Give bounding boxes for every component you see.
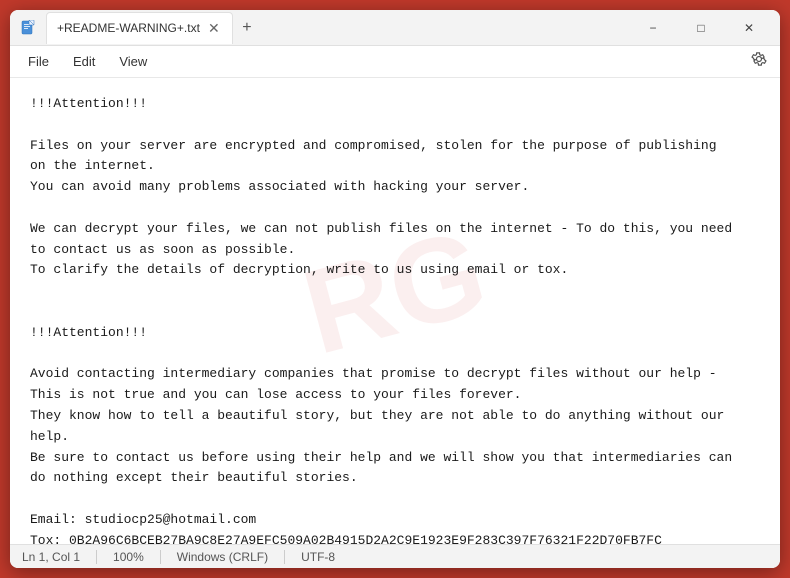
encoding: UTF-8 (285, 550, 351, 564)
paragraph-3-line-2: This is not true and you can lose access… (30, 385, 760, 406)
close-button[interactable]: ✕ (726, 12, 772, 44)
paragraph-3-line-1: Avoid contacting intermediary companies … (30, 364, 760, 385)
paragraph-2-line-3: To clarify the details of decryption, wr… (30, 260, 760, 281)
view-menu[interactable]: View (109, 50, 157, 73)
active-tab[interactable]: +README-WARNING+.txt ✕ (46, 12, 233, 44)
tox-line: Tox: 0B2A96C6BCEB27BA9C8E27A9EFC509A02B4… (30, 531, 760, 544)
paragraph-1-line-2: on the internet. (30, 156, 760, 177)
file-menu[interactable]: File (18, 50, 59, 73)
paragraph-2-line-1: We can decrypt your files, we can not pu… (30, 219, 760, 240)
new-tab-button[interactable]: + (233, 14, 261, 42)
notepad-window: +README-WARNING+.txt ✕ + − □ ✕ File Edit… (10, 10, 780, 568)
text-editor[interactable]: RG !!!Attention!!! Files on your server … (10, 78, 780, 544)
paragraph-3-line-5: Be sure to contact us before using their… (30, 448, 760, 469)
paragraph-2-line-2: to contact us as soon as possible. (30, 240, 760, 261)
attention-header-1: !!!Attention!!! (30, 94, 760, 115)
menu-bar: File Edit View (10, 46, 780, 78)
cursor-position: Ln 1, Col 1 (22, 550, 97, 564)
zoom-level: 100% (97, 550, 161, 564)
tab-title: +README-WARNING+.txt (57, 21, 200, 35)
edit-menu[interactable]: Edit (63, 50, 105, 73)
file-content: !!!Attention!!! Files on your server are… (30, 94, 760, 544)
status-bar: Ln 1, Col 1 100% Windows (CRLF) UTF-8 (10, 544, 780, 568)
paragraph-3-line-4: help. (30, 427, 760, 448)
paragraph-1-line-1: Files on your server are encrypted and c… (30, 136, 760, 157)
window-controls: − □ ✕ (630, 12, 772, 44)
email-line: Email: studiocp25@hotmail.com (30, 510, 760, 531)
tab-close-button[interactable]: ✕ (206, 20, 222, 36)
app-icon (18, 18, 38, 38)
title-bar: +README-WARNING+.txt ✕ + − □ ✕ (10, 10, 780, 46)
maximize-button[interactable]: □ (678, 12, 724, 44)
attention-header-2: !!!Attention!!! (30, 323, 760, 344)
paragraph-3-line-3: They know how to tell a beautiful story,… (30, 406, 760, 427)
minimize-button[interactable]: − (630, 12, 676, 44)
paragraph-3-line-6: do nothing except their beautiful storie… (30, 468, 760, 489)
settings-icon[interactable] (746, 46, 772, 77)
line-ending: Windows (CRLF) (161, 550, 285, 564)
paragraph-1-line-3: You can avoid many problems associated w… (30, 177, 760, 198)
